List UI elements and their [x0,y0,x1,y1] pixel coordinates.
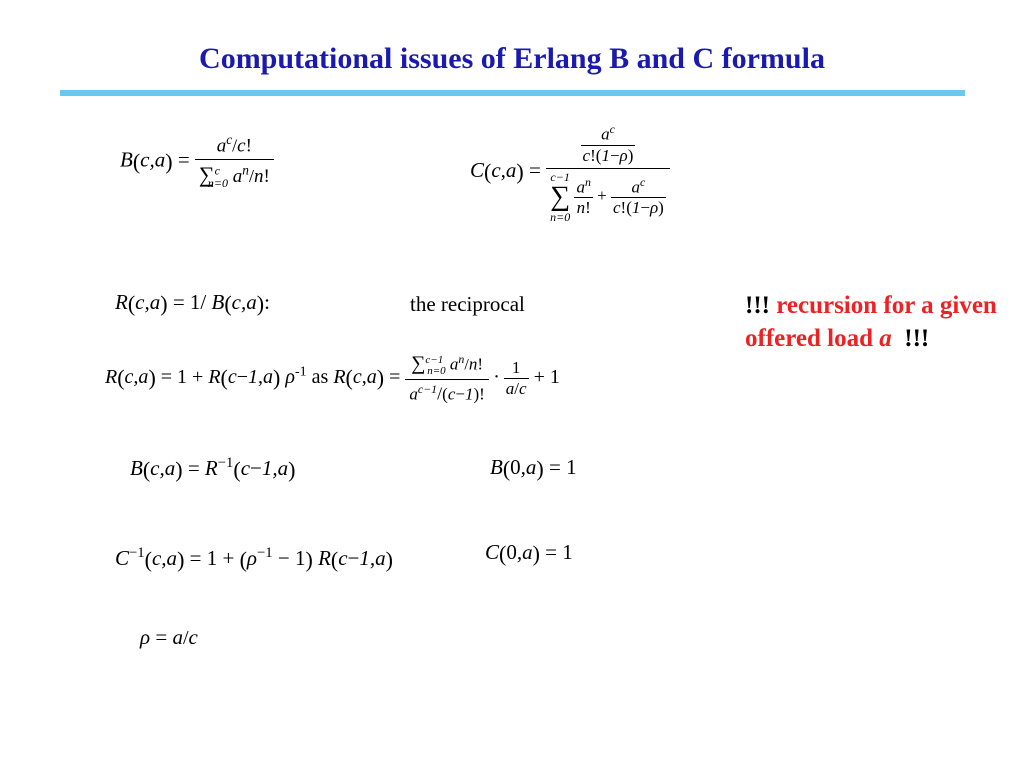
reciprocal-label: the reciprocal [410,292,525,317]
formula-rho: ρ = a/c [140,625,198,650]
formula-B-inverse: B(c,a) = R−1(c−1,a) [130,455,295,483]
formula-C: C(c,a) = ac c!(1−ρ) c−1∑n=0 ann! + acc!(… [470,120,670,225]
formula-B: B(c,a) = ac/c! ∑cn=0 an/n! [120,130,274,193]
recursion-callout: !!! recursion for a given offered load a… [745,290,1005,355]
callout-mark-1: !!! [745,292,770,319]
callout-text: recursion for a given offered load [745,292,997,352]
callout-mark-2: !!! [904,325,929,352]
callout-variable: a [879,325,892,352]
formula-C0: C(0,a) = 1 [485,540,573,567]
page-title: Computational issues of Erlang B and C f… [0,42,1024,76]
reciprocal-definition: R(c,a) = 1/ B(c,a): [115,290,270,317]
formula-C-inverse: C−1(c,a) = 1 + (ρ−1 − 1) R(c−1,a) [115,545,393,573]
formula-B0: B(0,a) = 1 [490,455,577,482]
recursion-R: R(c,a) = 1 + R(c−1,a) ρ-1 as R(c,a) = ∑c… [105,350,560,407]
title-divider [60,90,965,96]
